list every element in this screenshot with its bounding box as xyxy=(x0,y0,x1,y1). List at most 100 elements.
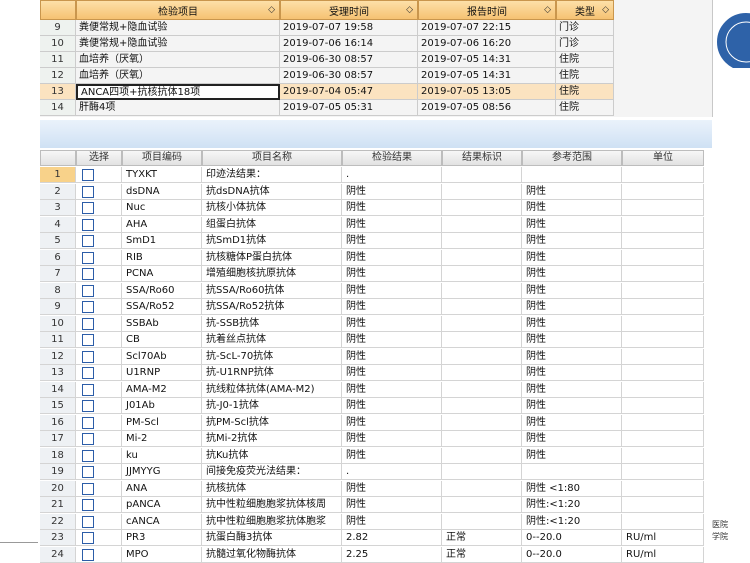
result-row[interactable]: 3 Nuc 抗核小体抗体 阴性 阴性 xyxy=(40,200,704,216)
result-row[interactable]: 7 PCNA 增殖细胞核抗原抗体 阴性 阴性 xyxy=(40,266,704,282)
header-select[interactable]: 选择 xyxy=(76,150,122,166)
accept-time-cell[interactable]: 2019-07-06 16:14 xyxy=(280,36,418,52)
select-checkbox[interactable] xyxy=(82,433,94,445)
report-time-cell[interactable]: 2019-07-05 14:31 xyxy=(418,68,556,84)
header-item-name[interactable]: 项目名称 xyxy=(202,150,342,166)
unit-cell xyxy=(622,183,704,200)
select-checkbox[interactable] xyxy=(82,499,94,511)
accept-time-cell[interactable]: 2019-06-30 08:57 xyxy=(280,52,418,68)
result-row[interactable]: 21 pANCA 抗中性粒细胞胞浆抗体核周 阴性 阴性:<1:20 xyxy=(40,497,704,513)
result-row[interactable]: 17 Mi-2 抗Mi-2抗体 阴性 阴性 xyxy=(40,431,704,447)
type-cell[interactable]: 住院 xyxy=(556,68,614,84)
result-row[interactable]: 12 Scl70Ab 抗-ScL-70抗体 阴性 阴性 xyxy=(40,348,704,365)
result-row[interactable]: 5 SmD1 抗SmD1抗体 阴性 阴性 xyxy=(40,233,704,249)
select-checkbox[interactable] xyxy=(82,449,94,462)
test-list-row[interactable]: 9 粪便常规+隐血试验 2019-07-07 19:58 2019-07-07 22:… xyxy=(40,20,614,36)
select-checkbox[interactable] xyxy=(82,350,94,363)
report-time-cell[interactable]: 2019-07-07 22:15 xyxy=(418,20,556,36)
report-time-cell[interactable]: 2019-07-06 16:20 xyxy=(418,36,556,52)
select-checkbox[interactable] xyxy=(82,466,94,478)
select-checkbox[interactable] xyxy=(82,235,94,247)
item-code-cell: ku xyxy=(122,447,202,464)
select-checkbox[interactable] xyxy=(82,400,94,412)
header-unit[interactable]: 单位 xyxy=(622,150,704,166)
result-row[interactable]: 9 SSA/Ro52 抗SSA/Ro52抗体 阴性 阴性 xyxy=(40,299,704,315)
select-checkbox[interactable] xyxy=(82,301,94,313)
item-name-cell: 抗核小体抗体 xyxy=(202,200,342,216)
select-checkbox[interactable] xyxy=(82,482,94,495)
select-checkbox[interactable] xyxy=(82,185,94,198)
select-checkbox[interactable] xyxy=(82,515,94,528)
result-row[interactable]: 11 CB 抗着丝点抗体 阴性 阴性 xyxy=(40,332,704,348)
test-item-cell[interactable]: 粪便常规+隐血试验 xyxy=(76,36,280,52)
result-row[interactable]: 24 MPO 抗髓过氧化物酶抗体 2.25 正常 0--20.0 RU/ml xyxy=(40,546,704,563)
result-row[interactable]: 14 AMA-M2 抗线粒体抗体(AMA-M2) 阴性 阴性 xyxy=(40,381,704,398)
result-row[interactable]: 8 SSA/Ro60 抗SSA/Ro60抗体 阴性 阴性 xyxy=(40,282,704,299)
type-cell[interactable]: 门诊 xyxy=(556,36,614,52)
reference-range-cell: 阴性 xyxy=(522,348,622,365)
test-item-cell[interactable]: 血培养（厌氧） xyxy=(76,68,280,84)
select-checkbox[interactable] xyxy=(82,202,94,214)
result-row[interactable]: 22 cANCA 抗中性粒细胞胞浆抗体胞浆 阴性 阴性:<1:20 xyxy=(40,513,704,530)
accept-time-cell[interactable]: 2019-07-04 05:47 xyxy=(280,84,418,100)
test-item-cell[interactable]: 肝酶4项 xyxy=(76,100,280,116)
select-checkbox[interactable] xyxy=(82,334,94,346)
header-report-time[interactable]: 报告时间 ◇ xyxy=(418,0,556,20)
result-row[interactable]: 15 J01Ab 抗-J0-1抗体 阴性 阴性 xyxy=(40,398,704,414)
accept-time-cell[interactable]: 2019-06-30 08:57 xyxy=(280,68,418,84)
select-checkbox[interactable] xyxy=(82,548,94,561)
select-cell xyxy=(76,266,122,282)
accept-time-cell[interactable]: 2019-07-05 05:31 xyxy=(280,100,418,116)
test-list-row[interactable]: 12 血培养（厌氧） 2019-06-30 08:57 2019-07-05 14:3… xyxy=(40,68,614,84)
row-number: 9 xyxy=(40,299,76,315)
report-time-cell[interactable]: 2019-07-05 08:56 xyxy=(418,100,556,116)
header-result-flag[interactable]: 结果标识 xyxy=(442,150,522,166)
result-row[interactable]: 18 ku 抗Ku抗体 阴性 阴性 xyxy=(40,447,704,464)
result-row[interactable]: 6 RIB 抗核糖体P蛋白抗体 阴性 阴性 xyxy=(40,249,704,266)
report-time-cell[interactable]: 2019-07-05 13:05 xyxy=(418,84,556,100)
result-row[interactable]: 19 JJMYYG 间接免疫荧光法结果：. xyxy=(40,464,704,480)
select-checkbox[interactable] xyxy=(82,218,94,231)
result-row[interactable]: 16 PM-Scl 抗PM-Scl抗体 阴性 阴性 xyxy=(40,414,704,431)
result-row[interactable]: 1 TYXKT 印迹法结果：. xyxy=(40,167,704,183)
select-checkbox[interactable] xyxy=(82,268,94,280)
report-time-cell[interactable]: 2019-07-05 14:31 xyxy=(418,52,556,68)
header-result[interactable]: 检验结果 xyxy=(342,150,442,166)
accept-time-cell[interactable]: 2019-07-07 19:58 xyxy=(280,20,418,36)
type-cell[interactable]: 住院 xyxy=(556,84,614,100)
type-cell[interactable]: 住院 xyxy=(556,100,614,116)
test-list-row[interactable]: 10 粪便常规+隐血试验 2019-07-06 16:14 2019-07-06 16… xyxy=(40,36,614,52)
select-cell xyxy=(76,398,122,414)
type-cell[interactable]: 住院 xyxy=(556,52,614,68)
test-item-cell[interactable]: 粪便常规+隐血试验 xyxy=(76,20,280,36)
select-checkbox[interactable] xyxy=(82,169,94,181)
row-number: 22 xyxy=(40,513,76,530)
test-list-row[interactable]: 14 肝酶4项 2019-07-05 05:31 2019-07-05 08:56 住院 xyxy=(40,100,614,116)
result-flag-cell xyxy=(442,480,522,497)
select-checkbox[interactable] xyxy=(82,317,94,330)
result-flag-cell xyxy=(442,233,522,249)
test-list-row[interactable]: 11 血培养（厌氧） 2019-06-30 08:57 2019-07-05 14:3… xyxy=(40,52,614,68)
select-checkbox[interactable] xyxy=(82,284,94,297)
test-item-cell[interactable]: 血培养（厌氧） xyxy=(76,52,280,68)
result-cell: 阴性 xyxy=(342,365,442,381)
result-row[interactable]: 4 AHA 组蛋白抗体 阴性 阴性 xyxy=(40,216,704,233)
select-checkbox[interactable] xyxy=(82,367,94,379)
result-row[interactable]: 13 U1RNP 抗-U1RNP抗体 阴性 阴性 xyxy=(40,365,704,381)
header-reference-range[interactable]: 参考范围 xyxy=(522,150,622,166)
test-item-cell[interactable]: ANCA四项+抗核抗体18项 xyxy=(76,84,280,100)
test-list-row[interactable]: 13 ANCA四项+抗核抗体18项 2019-07-04 05:47 2019-07-… xyxy=(40,84,614,100)
header-item-code[interactable]: 项目编码 xyxy=(122,150,202,166)
result-row[interactable]: 20 ANA 抗核抗体 阴性 阴性 <1:80 xyxy=(40,480,704,497)
header-test-item[interactable]: 检验项目 ◇ xyxy=(76,0,280,20)
result-row[interactable]: 10 SSBAb 抗-SSB抗体 阴性 阴性 xyxy=(40,315,704,332)
header-accept-time[interactable]: 受理时间 ◇ xyxy=(280,0,418,20)
result-row[interactable]: 23 PR3 抗蛋白酶3抗体 2.82 正常 0--20.0 RU/ml xyxy=(40,530,704,546)
type-cell[interactable]: 门诊 xyxy=(556,20,614,36)
select-checkbox[interactable] xyxy=(82,532,94,544)
select-checkbox[interactable] xyxy=(82,251,94,264)
header-type[interactable]: 类型 ◇ xyxy=(556,0,614,20)
select-checkbox[interactable] xyxy=(82,416,94,429)
select-checkbox[interactable] xyxy=(82,383,94,396)
result-row[interactable]: 2 dsDNA 抗dsDNA抗体 阴性 阴性 xyxy=(40,183,704,200)
